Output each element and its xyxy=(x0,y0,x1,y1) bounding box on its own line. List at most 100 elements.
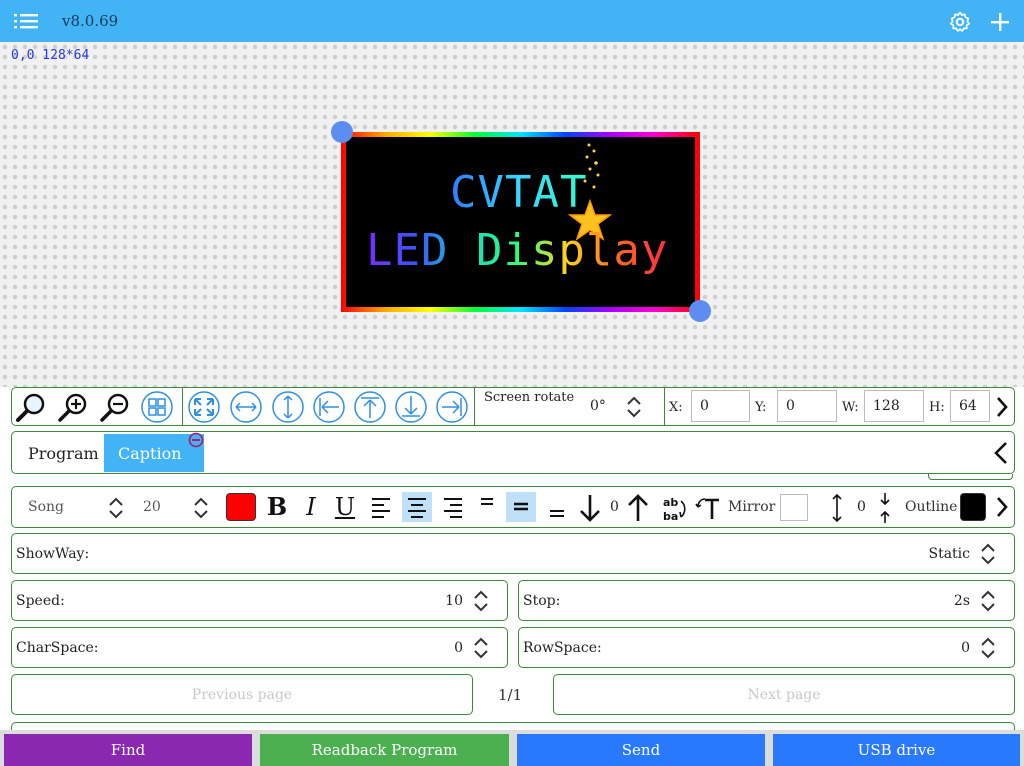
design-canvas[interactable]: 0,0 128*64 CVTAT LED Display xyxy=(0,42,1024,387)
toolbar-divider xyxy=(182,388,183,425)
toolbar-divider xyxy=(664,388,665,425)
align-right-text-button[interactable] xyxy=(438,492,468,522)
resize-handle-top-left[interactable] xyxy=(331,121,353,143)
showway-label: ShowWay: xyxy=(16,546,90,562)
find-button[interactable]: Find xyxy=(4,734,252,766)
line-height-icon[interactable] xyxy=(830,493,844,523)
font-toolbar: Song 20 B I U 0 ab ba Mirror 0 Outline xyxy=(11,486,1015,528)
zoom-out-icon[interactable] xyxy=(98,391,132,423)
canvas-toolbar: Screen rotate 0° X: 0 Y: 0 W: 128 H: 64 xyxy=(11,387,1015,426)
led-preview: CVTAT LED Display xyxy=(346,137,695,307)
font-family-stepper-icon[interactable] xyxy=(108,496,124,520)
canvas-coordinates: 0,0 128*64 xyxy=(11,48,90,63)
speed-value: 10 xyxy=(445,593,463,609)
font-family-select[interactable]: Song xyxy=(28,499,64,515)
align-left-text-button[interactable] xyxy=(366,492,396,522)
move-value: 0 xyxy=(610,499,619,515)
charspace-stepper-icon xyxy=(474,637,488,659)
h-label: H: xyxy=(929,400,945,415)
add-icon[interactable] xyxy=(988,10,1012,34)
valign-bottom-button[interactable] xyxy=(542,492,572,522)
swap-text-icon[interactable]: ab ba xyxy=(660,495,688,523)
valign-top-icon xyxy=(481,498,493,505)
italic-button[interactable]: I xyxy=(296,492,326,522)
screen-rotate-label: Screen rotate xyxy=(484,390,575,405)
valign-middle-icon xyxy=(514,502,528,511)
next-page-button[interactable]: Next page xyxy=(553,674,1015,715)
rotate-text-icon[interactable] xyxy=(695,495,723,521)
align-bottom-icon[interactable] xyxy=(394,391,428,423)
remove-tab-icon[interactable] xyxy=(188,432,204,448)
x-input[interactable]: 0 xyxy=(691,390,750,422)
screen-rotate-value[interactable]: 0° xyxy=(590,398,606,414)
svg-text:ab: ab xyxy=(663,496,678,509)
valign-middle-button[interactable] xyxy=(506,492,536,522)
font-size-stepper-icon[interactable] xyxy=(193,496,209,520)
bold-button[interactable]: B xyxy=(262,492,292,522)
height-input[interactable]: 64 xyxy=(950,390,990,422)
search-icon[interactable] xyxy=(14,391,48,423)
valign-bottom-icon xyxy=(550,510,564,517)
stretch-horizontal-icon[interactable] xyxy=(229,391,263,423)
chevron-left-icon[interactable] xyxy=(992,441,1010,465)
chevron-right-icon[interactable] xyxy=(994,396,1010,418)
zoom-in-icon[interactable] xyxy=(56,391,90,423)
text-align-right-icon xyxy=(444,498,462,518)
charspace-label: CharSpace: xyxy=(16,640,99,656)
led-text-line-2: LED Display xyxy=(366,225,669,276)
charspace-select[interactable]: CharSpace: 0 xyxy=(11,627,508,668)
app-version: v8.0.69 xyxy=(62,12,119,30)
x-label: X: xyxy=(669,400,683,415)
text-color-swatch[interactable] xyxy=(226,493,256,521)
w-label: W: xyxy=(842,400,859,415)
fit-screen-icon[interactable] xyxy=(187,391,221,423)
led-preview-frame[interactable]: CVTAT LED Display xyxy=(341,132,700,312)
mirror-checkbox[interactable] xyxy=(780,494,808,521)
action-bar: Find Readback Program Send USB drive xyxy=(0,730,1024,766)
line-space-value: 0 xyxy=(857,499,866,515)
underline-button[interactable]: U xyxy=(330,492,360,522)
width-input[interactable]: 128 xyxy=(864,390,924,422)
stretch-vertical-icon[interactable] xyxy=(271,391,305,423)
line-compress-icon[interactable] xyxy=(878,492,892,524)
arrow-up-icon[interactable] xyxy=(626,493,650,523)
chevron-right-icon[interactable] xyxy=(994,496,1010,518)
showway-stepper-icon xyxy=(981,543,995,565)
usb-drive-button[interactable]: USB drive xyxy=(773,734,1020,766)
stop-select[interactable]: Stop: 2s xyxy=(518,580,1015,621)
stop-value: 2s xyxy=(953,593,970,609)
valign-top-button[interactable] xyxy=(472,492,502,522)
led-text-line-1: CVTAT xyxy=(450,167,588,218)
align-center-text-button[interactable] xyxy=(402,492,432,522)
charspace-value: 0 xyxy=(454,640,463,656)
rowspace-select[interactable]: RowSpace: 0 xyxy=(518,627,1015,668)
showway-select[interactable]: ShowWay: Static xyxy=(11,533,1015,574)
align-top-icon[interactable] xyxy=(353,391,387,423)
y-input[interactable]: 0 xyxy=(777,390,837,422)
program-tabs: Program Caption xyxy=(11,431,1015,474)
rowspace-label: RowSpace: xyxy=(523,640,602,656)
previous-page-button[interactable]: Previous page xyxy=(11,674,473,715)
screen-rotate-stepper-icon[interactable] xyxy=(626,395,642,419)
speed-select[interactable]: Speed: 10 xyxy=(11,580,508,621)
top-bar: v8.0.69 xyxy=(0,0,1024,42)
outline-color-swatch[interactable] xyxy=(960,493,986,521)
font-size-select[interactable]: 20 xyxy=(143,499,161,515)
align-left-icon[interactable] xyxy=(312,391,346,423)
arrow-down-icon[interactable] xyxy=(578,493,602,523)
stop-label: Stop: xyxy=(523,593,561,609)
grid-icon[interactable] xyxy=(140,391,174,423)
showway-value: Static xyxy=(928,546,970,562)
toolbar-divider xyxy=(474,388,475,425)
outline-label: Outline xyxy=(905,499,958,515)
rowspace-stepper-icon xyxy=(981,637,995,659)
stop-stepper-icon xyxy=(981,590,995,612)
send-button[interactable]: Send xyxy=(517,734,765,766)
readback-program-button[interactable]: Readback Program xyxy=(260,734,509,766)
menu-icon[interactable] xyxy=(12,11,40,31)
tab-program[interactable]: Program xyxy=(14,434,113,472)
gear-icon[interactable] xyxy=(948,10,972,34)
page-indicator: 1/1 xyxy=(498,686,523,704)
resize-handle-bottom-right[interactable] xyxy=(689,300,711,322)
align-right-icon[interactable] xyxy=(435,391,469,423)
